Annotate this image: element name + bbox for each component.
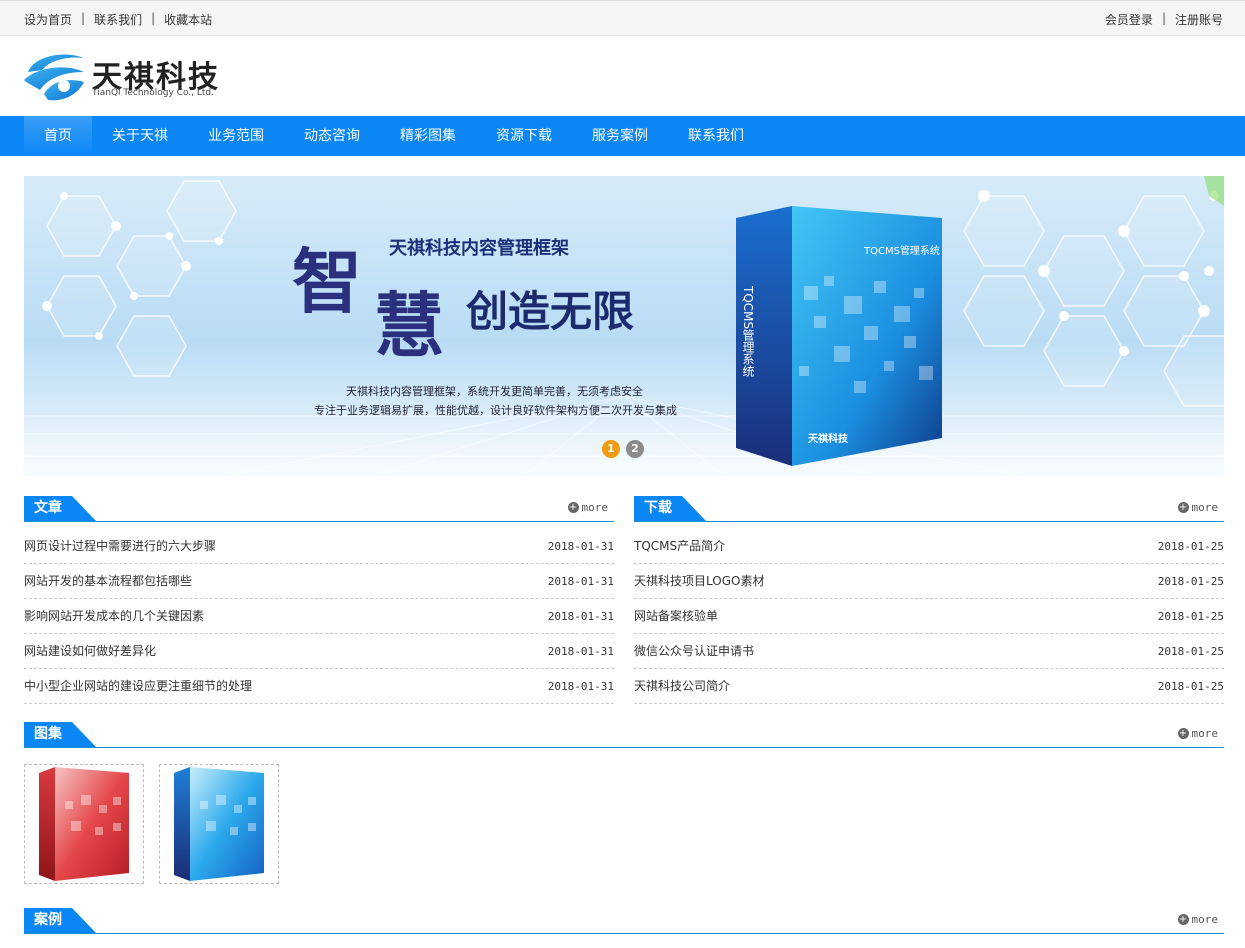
blue-product-box-image — [174, 767, 264, 881]
hero-banner[interactable]: 智 慧 天祺科技内容管理框架 创造无限 天祺科技内容管理框架，系统开发更简单完善… — [24, 176, 1224, 476]
list-item[interactable]: TQCMS产品简介 2018-01-25 — [634, 529, 1224, 564]
list-item[interactable]: 中小型企业网站的建设应更注重细节的处理 2018-01-31 — [24, 669, 614, 704]
divider: | — [1161, 11, 1166, 25]
banner-description-line-2: 专注于业务逻辑易扩展，性能优越，设计良好软件架构方便二次开发与集成 — [314, 404, 677, 417]
box-front-title: TQCMS管理系统 — [864, 246, 940, 257]
site-header: 天祺科技 TianQi Technology Co., Ltd. — [0, 36, 1245, 116]
banner-pagination: 1 2 — [602, 440, 644, 458]
articles-section: 文章 + more 网页设计过程中需要进行的六大步骤 2018-01-31 网站开… — [24, 496, 614, 704]
bookmark-link[interactable]: 收藏本站 — [164, 11, 212, 28]
register-link[interactable]: 注册账号 — [1175, 11, 1223, 28]
section-header: 图集 + more — [24, 722, 1224, 748]
download-date: 2018-01-25 — [1157, 540, 1224, 553]
download-date: 2018-01-25 — [1157, 645, 1224, 658]
banner-description-line-1: 天祺科技内容管理框架，系统开发更简单完善，无须考虑安全 — [346, 385, 643, 398]
gallery-section: 图集 + more — [24, 722, 1224, 884]
articles-more-link[interactable]: + more — [567, 501, 609, 514]
section-title: 下载 — [634, 496, 706, 521]
download-title[interactable]: TQCMS产品简介 — [634, 539, 725, 553]
gallery-thumbnails — [24, 764, 1224, 884]
list-item[interactable]: 微信公众号认证申请书 2018-01-25 — [634, 634, 1224, 669]
red-product-box-image — [39, 767, 129, 881]
section-title: 案例 — [24, 908, 96, 933]
section-header: 下载 + more — [634, 496, 1224, 522]
download-title[interactable]: 网站备案核验单 — [634, 609, 718, 623]
download-title[interactable]: 天祺科技项目LOGO素材 — [634, 574, 764, 588]
nav-item-home[interactable]: 首页 — [24, 116, 92, 156]
divider: | — [81, 11, 86, 25]
main-nav: 首页 关于天祺 业务范围 动态咨询 精彩图集 资源下载 服务案例 联系我们 — [0, 116, 1245, 156]
box-side-title: TQCMS管理系统 — [741, 286, 755, 378]
nav-item-contact[interactable]: 联系我们 — [668, 116, 764, 156]
article-date: 2018-01-31 — [547, 540, 614, 553]
list-item[interactable]: 网页设计过程中需要进行的六大步骤 2018-01-31 — [24, 529, 614, 564]
banner-title: 天祺科技内容管理框架 — [389, 238, 569, 259]
section-title: 图集 — [24, 722, 96, 747]
more-label: more — [581, 501, 609, 514]
logo-english-name: TianQi Technology Co., Ltd. — [92, 88, 214, 98]
banner-slogan: 创造无限 — [466, 287, 635, 336]
gallery-more-link[interactable]: + more — [1177, 727, 1219, 740]
more-label: more — [1191, 727, 1219, 740]
top-bar: 设为首页 | 联系我们 | 收藏本站 会员登录 | 注册账号 — [0, 0, 1245, 36]
article-title[interactable]: 网站开发的基本流程都包括哪些 — [24, 574, 192, 588]
article-title[interactable]: 网站建设如何做好差异化 — [24, 644, 156, 658]
plus-circle-icon: + — [1177, 728, 1189, 739]
download-date: 2018-01-25 — [1157, 680, 1224, 693]
more-label: more — [1191, 501, 1219, 514]
section-title: 文章 — [24, 496, 96, 521]
downloads-more-link[interactable]: + more — [1177, 501, 1219, 514]
banner-dot-1[interactable]: 1 — [602, 440, 620, 458]
list-item[interactable]: 网站建设如何做好差异化 2018-01-31 — [24, 634, 614, 669]
list-item[interactable]: 网站开发的基本流程都包括哪些 2018-01-31 — [24, 564, 614, 599]
plus-circle-icon: + — [567, 502, 579, 513]
box-brand-label: 天祺科技 — [808, 434, 848, 445]
article-title[interactable]: 中小型企业网站的建设应更注重细节的处理 — [24, 679, 252, 693]
list-item[interactable]: 天祺科技项目LOGO素材 2018-01-25 — [634, 564, 1224, 599]
article-date: 2018-01-31 — [547, 610, 614, 623]
more-label: more — [1191, 913, 1219, 926]
article-title[interactable]: 影响网站开发成本的几个关键因素 — [24, 609, 204, 623]
plus-circle-icon: + — [1177, 914, 1189, 925]
downloads-section: 下载 + more TQCMS产品简介 2018-01-25 天祺科技项目LOGO… — [634, 496, 1224, 704]
gallery-thumb-red-box[interactable] — [24, 764, 144, 884]
section-header: 案例 + more — [24, 908, 1224, 934]
cases-more-link[interactable]: + more — [1177, 913, 1219, 926]
nav-item-downloads[interactable]: 资源下载 — [476, 116, 572, 156]
set-homepage-link[interactable]: 设为首页 — [24, 11, 72, 28]
nav-item-about[interactable]: 关于天祺 — [92, 116, 188, 156]
section-header: 文章 + more — [24, 496, 614, 522]
article-date: 2018-01-31 — [547, 680, 614, 693]
banner-big-char-2: 慧 — [374, 284, 444, 367]
list-item[interactable]: 影响网站开发成本的几个关键因素 2018-01-31 — [24, 599, 614, 634]
download-title[interactable]: 天祺科技公司简介 — [634, 679, 730, 693]
downloads-list: TQCMS产品简介 2018-01-25 天祺科技项目LOGO素材 2018-01-… — [634, 529, 1224, 704]
contact-us-link[interactable]: 联系我们 — [94, 11, 142, 28]
articles-list: 网页设计过程中需要进行的六大步骤 2018-01-31 网站开发的基本流程都包括哪… — [24, 529, 614, 704]
nav-item-gallery[interactable]: 精彩图集 — [380, 116, 476, 156]
list-item[interactable]: 网站备案核验单 2018-01-25 — [634, 599, 1224, 634]
gallery-thumb-blue-box[interactable] — [159, 764, 279, 884]
site-logo[interactable]: 天祺科技 TianQi Technology Co., Ltd. — [24, 50, 234, 104]
cases-section: 案例 + more — [24, 908, 1224, 934]
top-links-right: 会员登录 | 注册账号 — [1105, 11, 1223, 28]
member-login-link[interactable]: 会员登录 — [1105, 11, 1153, 28]
nav-item-business[interactable]: 业务范围 — [188, 116, 284, 156]
banner-dot-2[interactable]: 2 — [626, 440, 644, 458]
top-links-left: 设为首页 | 联系我们 | 收藏本站 — [24, 11, 212, 28]
list-item[interactable]: 天祺科技公司简介 2018-01-25 — [634, 669, 1224, 704]
logo-mark-icon — [24, 54, 84, 101]
download-title[interactable]: 微信公众号认证申请书 — [634, 644, 754, 658]
download-date: 2018-01-25 — [1157, 575, 1224, 588]
banner-big-char-1: 智 — [292, 240, 362, 323]
article-date: 2018-01-31 — [547, 645, 614, 658]
download-date: 2018-01-25 — [1157, 610, 1224, 623]
divider: | — [151, 11, 156, 25]
article-date: 2018-01-31 — [547, 575, 614, 588]
article-title[interactable]: 网页设计过程中需要进行的六大步骤 — [24, 539, 216, 553]
plus-circle-icon: + — [1177, 502, 1189, 513]
nav-item-cases[interactable]: 服务案例 — [572, 116, 668, 156]
nav-item-news[interactable]: 动态咨询 — [284, 116, 380, 156]
